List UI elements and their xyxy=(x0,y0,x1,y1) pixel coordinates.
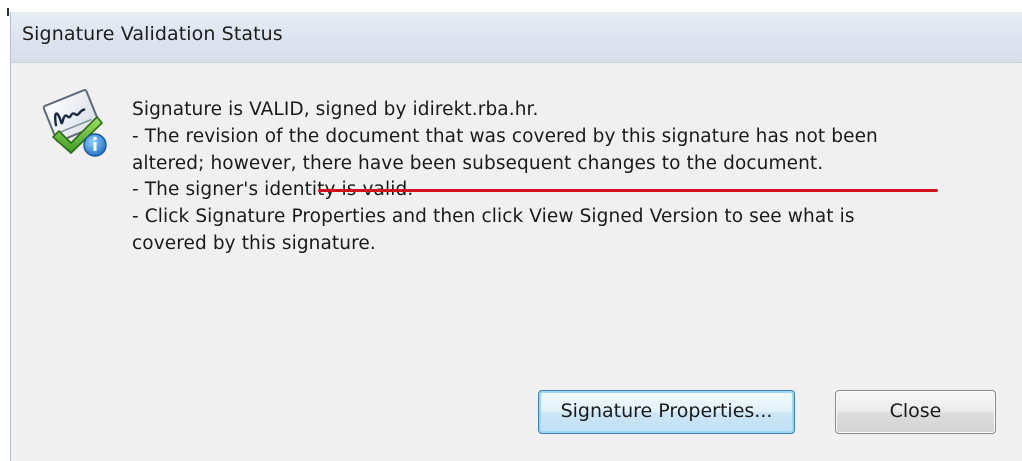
message-line-6: covered by this signature. xyxy=(132,232,376,254)
corner-mark xyxy=(7,8,9,16)
validation-message: Signature is VALID, signed by idirekt.rb… xyxy=(132,97,1002,258)
message-line-5: - Click Signature Properties and then cl… xyxy=(132,206,855,228)
dialog-title: Signature Validation Status xyxy=(22,23,283,45)
screenshot-page: Signature Validation Status Signature is… xyxy=(0,0,1022,461)
subsequent-changes-text: there have been subsequent changes to th… xyxy=(302,152,824,174)
message-line-1: Signature is VALID, signed by idirekt.rb… xyxy=(132,99,539,120)
message-line-3: altered; however, there have been subseq… xyxy=(132,151,1002,178)
red-highlight-underline xyxy=(318,189,938,192)
signature-validation-dialog: Signature Validation Status Signature is… xyxy=(10,12,1022,461)
message-line-3-start: altered; however, xyxy=(132,152,303,174)
top-edge xyxy=(0,0,1022,8)
signature-valid-icon xyxy=(42,89,107,157)
signature-properties-button[interactable]: Signature Properties... xyxy=(538,390,795,434)
message-line-2: - The revision of the document that was … xyxy=(132,125,878,147)
close-button[interactable]: Close xyxy=(835,390,996,434)
dialog-titlebar[interactable]: Signature Validation Status xyxy=(11,12,1022,63)
